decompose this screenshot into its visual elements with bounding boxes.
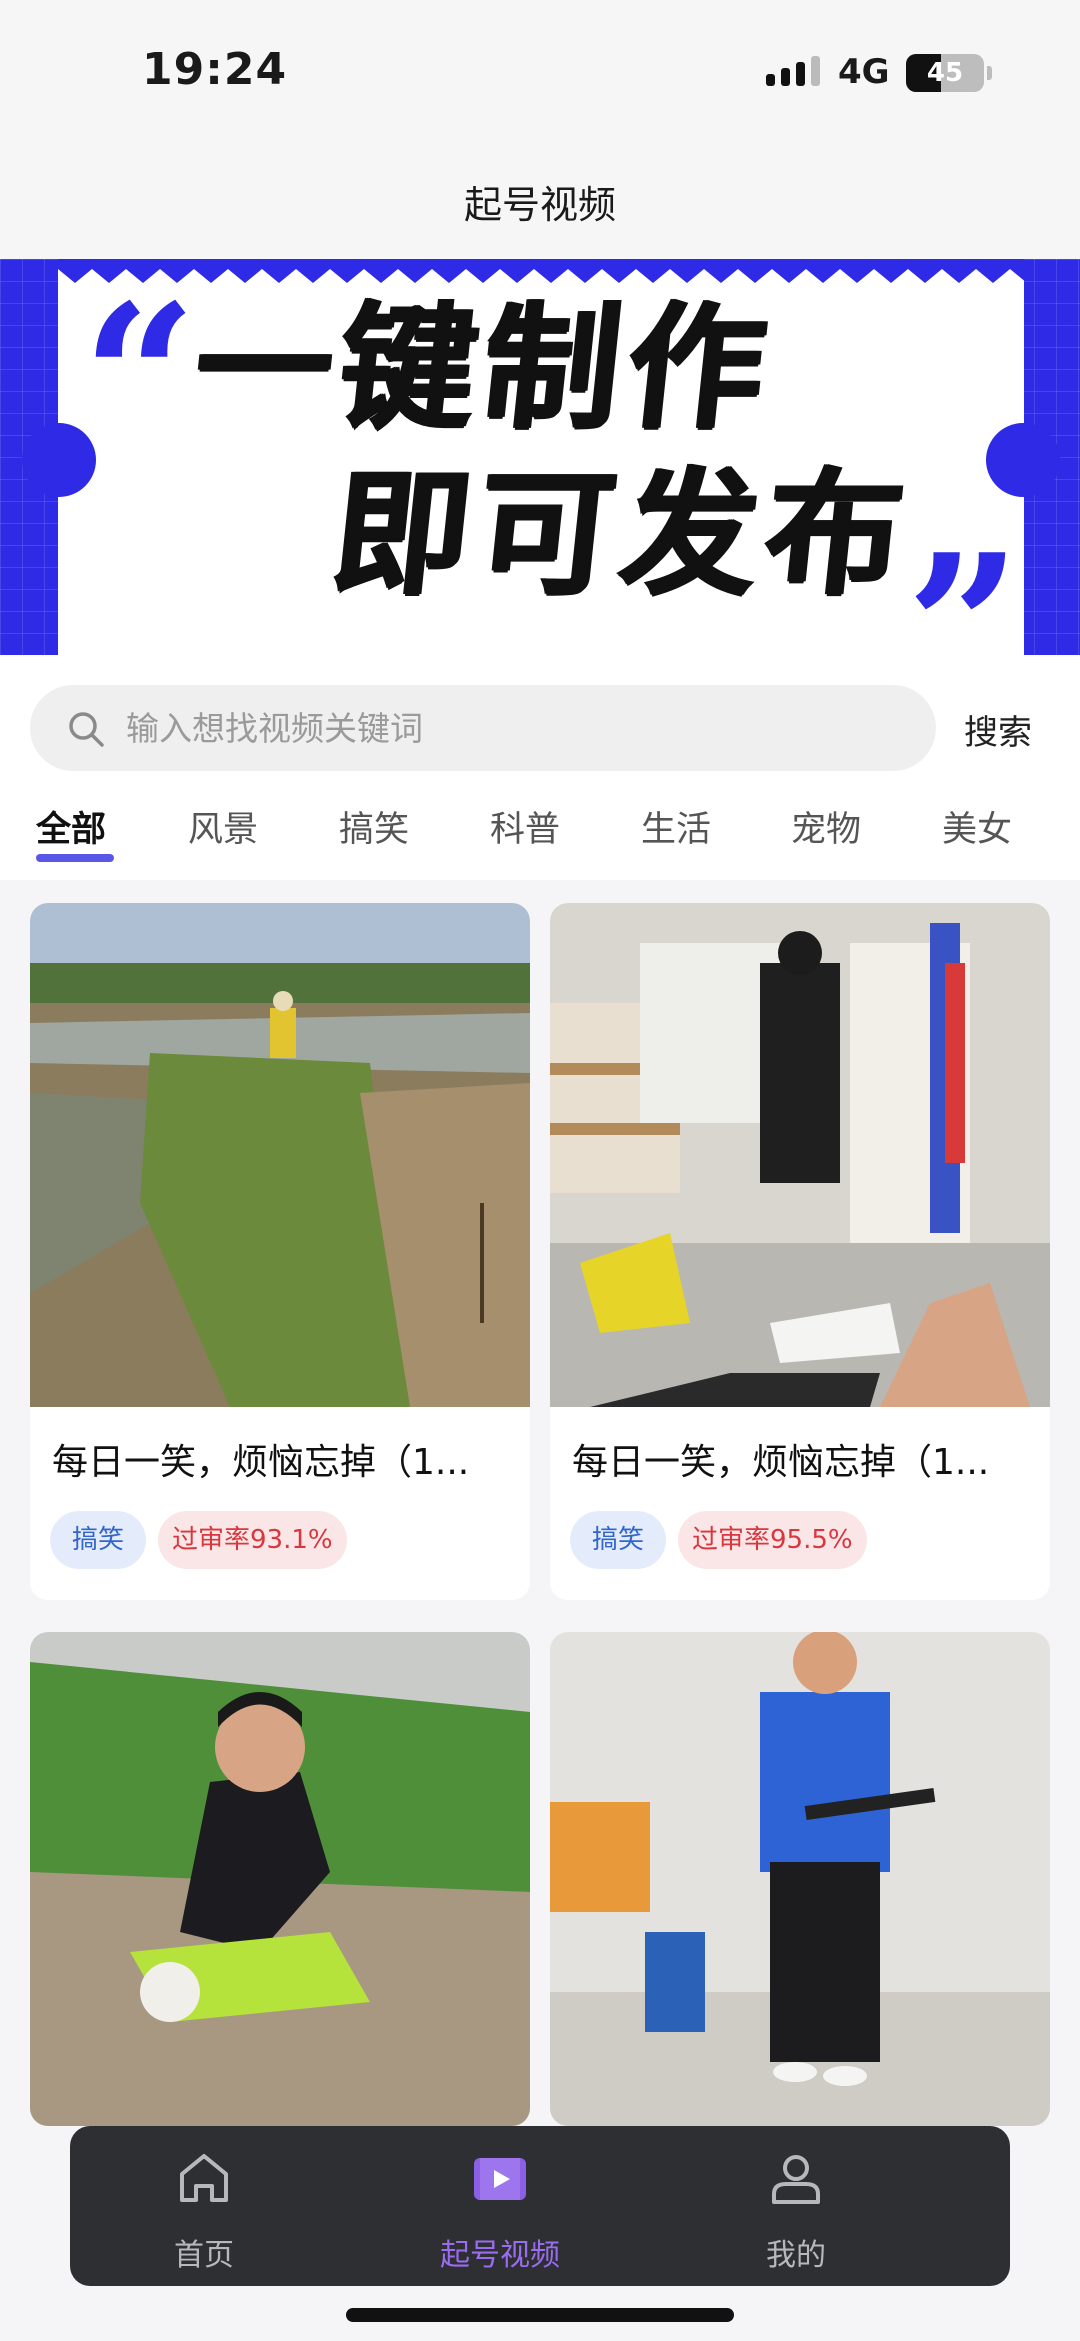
- user-icon: [772, 2155, 820, 2204]
- page-title: 起号视频: [463, 183, 616, 227]
- tab-beauty[interactable]: 美女: [942, 801, 1012, 852]
- status-time: 19:24: [142, 44, 288, 95]
- banner-headline-2: 即可发布: [325, 456, 919, 614]
- category-tag: 搞笑: [50, 1511, 146, 1569]
- video-card[interactable]: 每日一笑，烦恼忘掉（1... 搞笑 过审率95.5%: [550, 903, 1050, 1600]
- nav-label-videos: 起号视频: [440, 2238, 560, 2273]
- search-input[interactable]: [126, 685, 906, 771]
- status-bar: 19:24 4G 45: [0, 0, 1080, 140]
- quote-open-mark: “: [82, 261, 198, 496]
- tab-science[interactable]: 科普: [490, 801, 560, 852]
- signal-icon: [766, 56, 820, 86]
- search-box[interactable]: [30, 685, 936, 771]
- banner-headline-1: 一键制作: [187, 290, 781, 448]
- pass-rate-badge: 过审率95.5%: [678, 1511, 867, 1569]
- video-card[interactable]: [30, 1632, 530, 2126]
- nav-bar: 起号视频: [0, 140, 1080, 260]
- search-button[interactable]: 搜索: [964, 705, 1032, 754]
- quote-close-mark: ”: [906, 511, 1022, 656]
- search-icon: [69, 712, 104, 747]
- pass-rate-badge: 过审率93.1%: [158, 1511, 347, 1569]
- active-tab-indicator: [36, 854, 114, 862]
- category-tabs: 全部 风景 搞笑 科普 生活 宠物 美女: [0, 775, 1080, 880]
- battery-icon: 45: [906, 54, 984, 92]
- banner-notch-right: [986, 423, 1060, 497]
- video-thumbnail: [30, 903, 530, 1407]
- nav-label-profile: 我的: [766, 2238, 826, 2273]
- tab-pets[interactable]: 宠物: [791, 801, 861, 852]
- tab-funny[interactable]: 搞笑: [339, 801, 409, 852]
- video-thumbnail: [550, 903, 1050, 1407]
- home-icon: [180, 2154, 228, 2202]
- video-card[interactable]: 每日一笑，烦恼忘掉（1... 搞笑 过审率93.1%: [30, 903, 530, 1600]
- nav-label-home: 首页: [174, 2238, 234, 2273]
- tab-life[interactable]: 生活: [641, 801, 711, 852]
- video-icon: [474, 2158, 526, 2200]
- battery-cap: [987, 66, 992, 80]
- nav-item-videos[interactable]: 起号视频: [390, 2126, 610, 2286]
- nav-item-profile[interactable]: 我的: [686, 2126, 906, 2286]
- search-bar: 搜索: [0, 655, 1080, 775]
- bottom-nav: 首页 起号视频 我的: [70, 2126, 1010, 2286]
- tab-scenery[interactable]: 风景: [188, 801, 258, 852]
- nav-item-home[interactable]: 首页: [94, 2126, 314, 2286]
- category-tag: 搞笑: [570, 1511, 666, 1569]
- banner-zigzag-edge: [58, 259, 1024, 283]
- battery-percent: 45: [926, 58, 964, 88]
- video-title: 每日一笑，烦恼忘掉（1...: [572, 1442, 990, 1483]
- video-thumbnail: [550, 1632, 1050, 2126]
- video-card[interactable]: [550, 1632, 1050, 2126]
- video-thumbnail: [30, 1632, 530, 2126]
- tab-all[interactable]: 全部: [36, 801, 106, 852]
- network-type: 4G: [838, 52, 890, 92]
- video-title: 每日一笑，烦恼忘掉（1...: [52, 1442, 470, 1483]
- home-indicator: [346, 2308, 734, 2322]
- promo-banner[interactable]: “ 一键制作 即可发布 ”: [0, 259, 1080, 655]
